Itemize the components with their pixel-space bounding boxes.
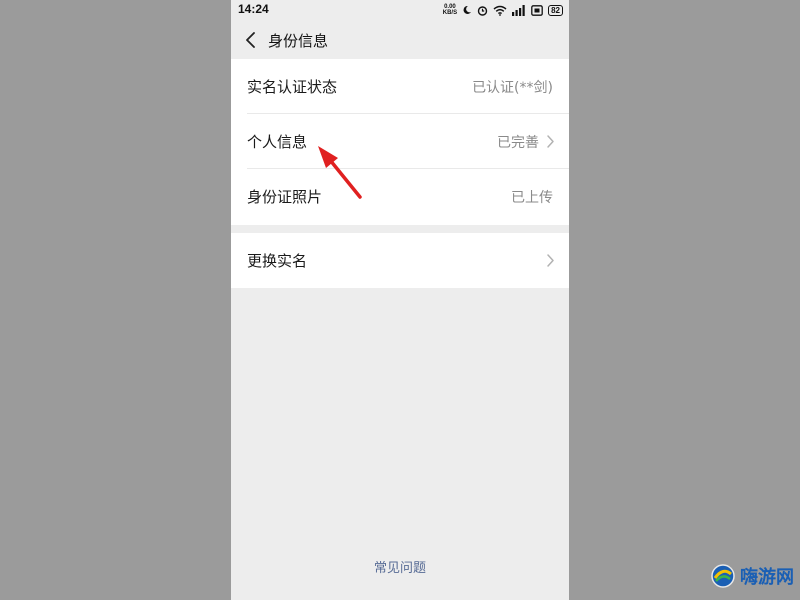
row-label: 实名认证状态 bbox=[247, 78, 338, 96]
sim-icon bbox=[531, 4, 543, 16]
net-speed-unit: KB/S bbox=[442, 10, 458, 16]
watermark-text: 嗨游网 bbox=[740, 567, 794, 588]
row-label: 个人信息 bbox=[247, 133, 308, 151]
wifi-icon bbox=[493, 5, 507, 16]
row-label: 身份证照片 bbox=[247, 188, 323, 206]
row-value: 已认证(**剑) bbox=[472, 80, 553, 96]
row-change-real-name[interactable]: 更换实名 bbox=[231, 233, 569, 288]
chevron-right-icon bbox=[547, 254, 554, 267]
change-name-group: 更换实名 bbox=[231, 233, 569, 288]
battery-icon: 82 bbox=[548, 4, 563, 16]
row-label: 更换实名 bbox=[247, 252, 308, 270]
row-id-photo[interactable]: 身份证照片 已上传 bbox=[231, 169, 569, 224]
faq-link[interactable]: 常见问题 bbox=[231, 557, 569, 576]
row-personal-info[interactable]: 个人信息 已完善 bbox=[231, 114, 569, 169]
status-icons: 0.00 KB/S 82 bbox=[443, 3, 563, 17]
watermark: 嗨游网 bbox=[710, 563, 794, 589]
logo-icon bbox=[711, 564, 735, 588]
chevron-right-icon bbox=[547, 135, 554, 148]
net-speed-icon: 0.00 KB/S bbox=[443, 4, 457, 16]
page-title: 身份信息 bbox=[268, 32, 329, 50]
row-verification-status[interactable]: 实名认证状态 已认证(**剑) bbox=[231, 59, 569, 114]
row-value: 已上传 bbox=[511, 190, 553, 206]
alarm-icon bbox=[477, 5, 488, 16]
phone-screen: 14:24 0.00 KB/S 82 身份信息 实名认证状态 已认证(**剑) … bbox=[231, 0, 569, 600]
identity-group: 实名认证状态 已认证(**剑) 个人信息 已完善 身份证照片 已上传 bbox=[231, 59, 569, 225]
status-time: 14:24 bbox=[238, 2, 269, 16]
nav-bar: 身份信息 bbox=[231, 22, 569, 58]
row-value: 已完善 bbox=[497, 135, 539, 151]
moon-icon bbox=[463, 5, 472, 14]
chevron-left-icon[interactable] bbox=[243, 30, 259, 50]
status-bar: 14:24 0.00 KB/S 82 bbox=[231, 0, 569, 20]
signal-icon bbox=[512, 4, 525, 16]
